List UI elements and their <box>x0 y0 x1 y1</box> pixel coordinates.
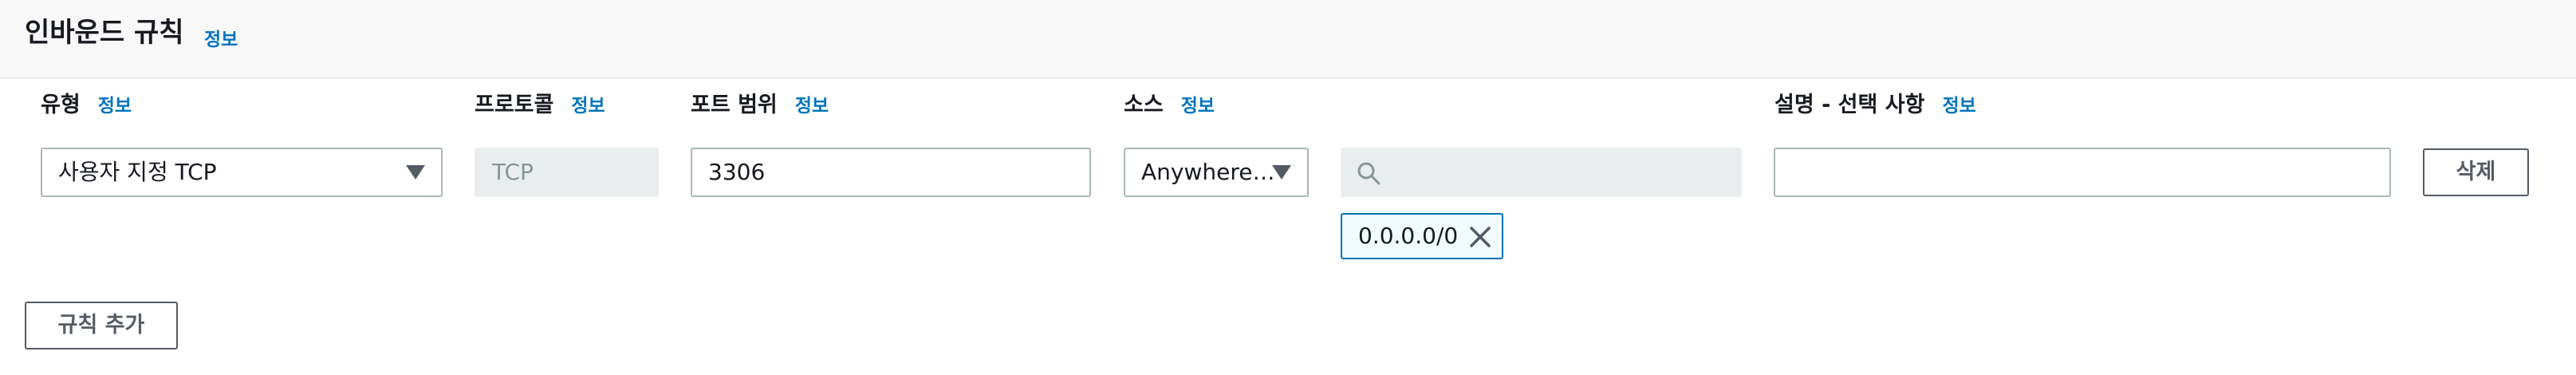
description-info-link[interactable]: 정보 <box>1942 96 1975 116</box>
section-info-link[interactable]: 정보 <box>204 24 238 51</box>
cidr-token-label: 0.0.0.0/0 <box>1358 223 1459 249</box>
type-select[interactable]: 사용자 지정 TCP <box>41 148 443 197</box>
type-label: 유형 정보 <box>41 90 132 121</box>
port-range-info-link[interactable]: 정보 <box>795 96 829 116</box>
section-title: 인바운드 규칙 <box>25 17 184 49</box>
protocol-info-link[interactable]: 정보 <box>571 96 605 116</box>
source-label: 소스 정보 <box>1124 90 1215 121</box>
protocol-label: 프로토콜 정보 <box>475 90 605 121</box>
add-rule-button[interactable]: 규칙 추가 <box>25 302 178 349</box>
protocol-value: TCP <box>492 159 534 185</box>
source-label-text: 소스 <box>1124 93 1164 117</box>
cidr-token: 0.0.0.0/0 <box>1341 213 1503 259</box>
port-range-value: 3306 <box>708 159 766 185</box>
section-header: 인바운드 규칙 정보 <box>0 0 2576 79</box>
cidr-search-input[interactable] <box>1341 148 1742 197</box>
source-info-link[interactable]: 정보 <box>1181 96 1215 116</box>
port-range-label: 포트 범위 정보 <box>691 90 829 121</box>
port-range-input[interactable]: 3306 <box>691 148 1091 197</box>
search-icon <box>1357 162 1381 185</box>
caret-down-icon <box>1272 165 1291 180</box>
close-icon[interactable] <box>1468 225 1492 249</box>
source-select[interactable]: Anywhere… <box>1124 148 1309 197</box>
protocol-field: TCP <box>475 148 659 197</box>
protocol-label-text: 프로토콜 <box>475 93 554 117</box>
description-input[interactable] <box>1774 148 2391 197</box>
caret-down-icon <box>406 165 425 180</box>
type-info-link[interactable]: 정보 <box>98 96 132 116</box>
type-select-value: 사용자 지정 TCP <box>58 159 217 185</box>
port-range-label-text: 포트 범위 <box>691 93 778 117</box>
source-select-value: Anywhere… <box>1141 159 1275 185</box>
description-label: 설명 - 선택 사항 정보 <box>1774 90 1976 121</box>
delete-button[interactable]: 삭제 <box>2423 148 2529 196</box>
description-label-text: 설명 - 선택 사항 <box>1774 93 1925 117</box>
type-label-text: 유형 <box>41 93 81 117</box>
